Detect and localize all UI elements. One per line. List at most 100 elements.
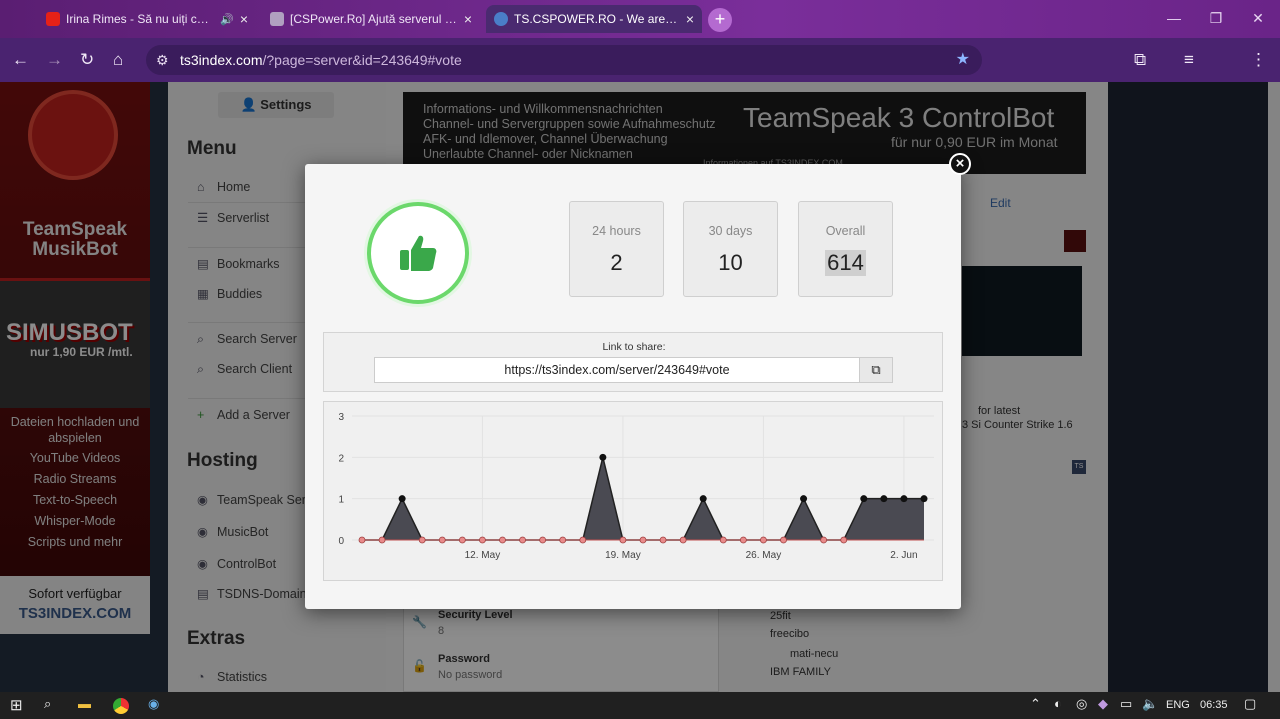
youtube-favicon-icon [46,12,60,26]
data-point [780,536,787,544]
vote-button[interactable] [367,202,469,304]
home-icon[interactable]: ⌂ [113,50,123,70]
stat-overall: Overall 614 [798,201,893,297]
tab-bar: Irina Rimes - Să nu uiți cât ține 🔊 × [C… [0,0,1280,38]
clock[interactable]: 06:35 [1200,699,1228,711]
data-point [378,536,386,544]
tab-title: [CSPower.Ro] Ajută serverul de [290,12,458,26]
thumbs-up-icon [400,235,437,271]
steam-icon[interactable]: ◎ [1076,696,1087,712]
network-icon[interactable]: ▭ [1120,696,1132,712]
vote-chart: 0 1 2 3 12. May 19. May 26. May 2. Jun [323,401,943,581]
y-tick-label: 0 [338,536,344,547]
x-tick-label: 2. Jun [890,550,917,561]
data-point [458,536,466,544]
windows-start-icon[interactable]: ⊞ [10,696,23,714]
data-point [820,536,828,544]
volume-icon[interactable]: 🔈 [1142,696,1158,712]
tab-youtube[interactable]: Irina Rimes - Să nu uiți cât ține 🔊 × [38,5,256,33]
tab-title: TS.CSPOWER.RO - We are back [514,12,680,26]
chrome-icon[interactable] [113,698,129,714]
data-point [880,495,888,503]
x-tick-label: 26. May [746,550,782,561]
reload-icon[interactable]: ↻ [80,50,94,70]
data-point [860,495,868,503]
speaker-icon[interactable]: 🔊 [220,13,234,26]
restore-icon[interactable]: ❐ [1196,6,1236,30]
share-url-input[interactable] [374,357,860,383]
data-point [920,495,928,503]
puzzle-icon[interactable]: ⧉ [1134,50,1146,70]
data-point [619,536,627,544]
x-tick-label: 19. May [605,550,641,561]
menu-dots-icon[interactable]: ⋮ [1250,50,1267,70]
copy-icon: ⧉ [871,362,881,377]
data-point [418,536,426,544]
data-point [760,536,767,544]
tray-purple-icon[interactable]: ◆ [1098,696,1108,712]
share-box: Link to share: ⧉ [323,332,943,392]
close-tab-icon[interactable]: × [240,11,248,27]
vote-modal: 24 hours 2 30 days 10 Overall 614 Link t… [305,164,961,609]
close-tab-icon[interactable]: × [464,11,472,27]
tab-cspower[interactable]: [CSPower.Ro] Ajută serverul de × [262,5,480,33]
minimize-icon[interactable]: — [1154,6,1194,30]
stat-24-hours: 24 hours 2 [569,201,664,297]
site-info-icon[interactable]: ⚙ [156,45,169,75]
y-tick-label: 1 [338,495,344,506]
data-point [519,536,526,544]
stat-value: 614 [825,250,866,276]
data-point [479,536,486,544]
url-path: /?page=server&id=243649#vote [262,52,462,68]
file-explorer-icon[interactable]: ▬ [78,696,91,711]
data-point [719,536,727,544]
chevron-up-icon[interactable]: ⌃ [1030,696,1041,712]
stat-value: 10 [718,250,743,275]
data-point [599,453,607,461]
data-point [539,536,547,544]
notification-icon[interactable]: ▢ [1244,696,1256,712]
data-point [679,536,687,544]
data-point [739,536,747,544]
forward-arrow-icon[interactable]: → [46,50,63,70]
tab-title: Irina Rimes - Să nu uiți cât ține [66,12,215,26]
stat-label: 30 days [708,224,753,238]
address-bar[interactable]: ⚙ ts3index.com/?page=server&id=243649#vo… [146,45,982,75]
stat-30-days: 30 days 10 [683,201,778,297]
data-point [840,536,848,544]
data-point [900,495,908,503]
teamspeak-icon[interactable]: ◉ [148,696,159,712]
stat-value: 2 [610,250,623,275]
reading-list-icon[interactable]: ≡ [1184,50,1194,70]
data-point [559,536,567,544]
data-point [499,536,506,544]
new-tab-plus-icon[interactable]: + [708,8,732,32]
search-icon[interactable]: ⌕ [44,696,51,712]
data-point [398,495,406,503]
close-window-icon[interactable]: ✕ [1238,6,1278,30]
cspower-favicon-icon [270,12,284,26]
data-point [438,536,446,544]
stat-label: 24 hours [592,224,641,238]
stat-label: Overall [825,224,866,238]
globe-favicon-icon [494,12,508,26]
data-point [659,536,667,544]
back-arrow-icon[interactable]: ← [12,50,29,70]
chart-svg: 0 1 2 3 12. May 19. May 26. May 2. Jun [338,412,934,561]
language-indicator[interactable]: ENG [1166,699,1190,711]
data-point [358,536,366,544]
data-point [579,536,587,544]
x-tick-label: 12. May [465,550,501,561]
copy-button[interactable]: ⧉ [859,357,893,383]
tray-app-icon[interactable]: ◐ [1054,696,1062,711]
share-label: Link to share: [602,341,666,353]
bookmark-star-icon[interactable]: ★ [956,45,970,75]
tab-ts3index[interactable]: TS.CSPOWER.RO - We are back × [486,5,702,33]
close-modal-icon[interactable]: × [949,153,971,175]
y-tick-label: 3 [338,412,344,423]
url-host: ts3index.com [180,52,263,68]
close-tab-icon[interactable]: × [686,11,694,27]
data-point [639,536,647,544]
data-point [699,495,707,503]
data-point [800,495,808,503]
